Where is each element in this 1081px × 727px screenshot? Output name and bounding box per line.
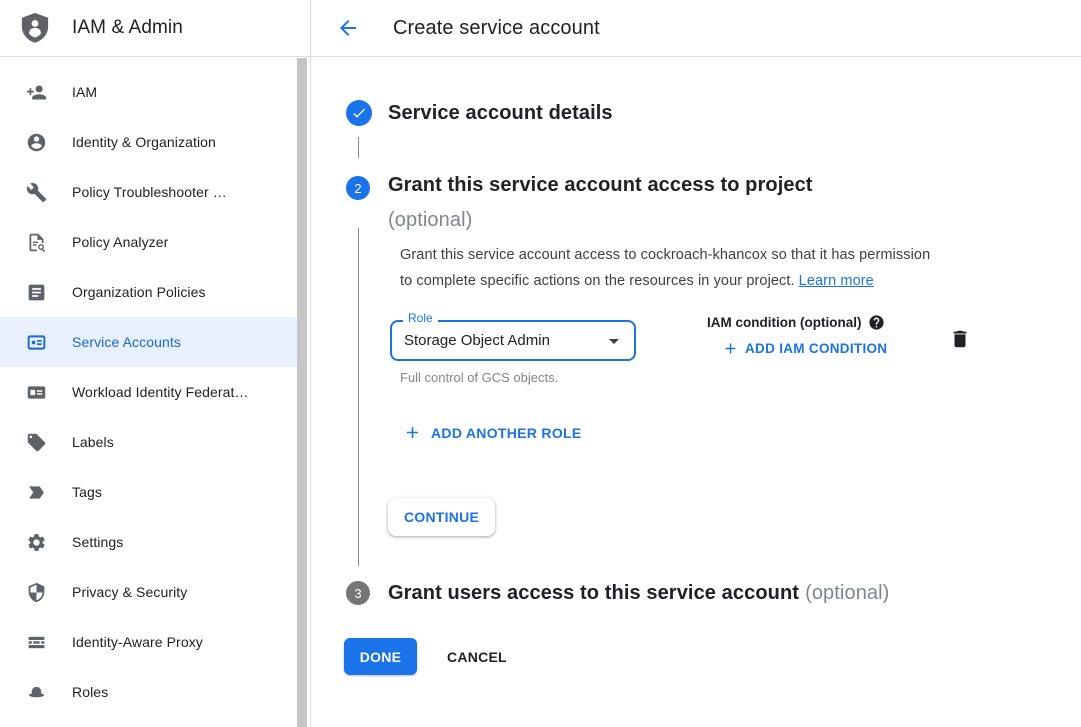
learn-more-link[interactable]: Learn more	[799, 273, 874, 289]
page-header: Create service account	[311, 0, 1081, 57]
sidebar-item-policy-analyzer[interactable]: Policy Analyzer	[0, 217, 297, 267]
sidebar-item-service-accounts[interactable]: Service Accounts	[0, 317, 297, 367]
step2-optional-label: (optional)	[388, 203, 813, 238]
sidebar-item-iam[interactable]: IAM	[0, 67, 297, 117]
add-another-role-button[interactable]: ADD ANOTHER ROLE	[403, 423, 582, 442]
sidebar-item-roles[interactable]: Roles	[0, 667, 297, 717]
role-field-label: Role	[403, 311, 438, 325]
step2-number: 2	[354, 181, 361, 196]
service-account-icon	[24, 330, 48, 354]
sidebar-header: IAM & Admin	[0, 0, 310, 57]
description-line2: to complete specific actions on the reso…	[400, 273, 795, 289]
label-arrow-icon	[24, 480, 48, 504]
sidebar-item-label: Service Accounts	[72, 334, 181, 350]
step3-optional-label: (optional)	[805, 582, 889, 604]
id-card-icon	[24, 380, 48, 404]
add-iam-condition-button[interactable]: ADD IAM CONDITION	[722, 340, 887, 357]
sidebar-item-label: Policy Troubleshooter …	[72, 184, 227, 200]
description-line1: Grant this service account access to coc…	[400, 247, 930, 263]
role-selected-value: Storage Object Admin	[404, 332, 550, 349]
iam-condition-label: IAM condition (optional)	[707, 315, 861, 330]
iam-condition-label-row: IAM condition (optional)	[707, 314, 887, 331]
sidebar-item-privacy-security[interactable]: Privacy & Security	[0, 567, 297, 617]
sidebar-item-label: Policy Analyzer	[72, 234, 168, 250]
step3-number: 3	[354, 586, 361, 601]
sidebar-item-label: IAM	[72, 84, 97, 100]
sidebar-item-label: Labels	[72, 434, 114, 450]
stepper-connector	[358, 228, 359, 566]
sidebar-item-label: Identity-Aware Proxy	[72, 634, 203, 650]
gcp-console-screen: IAM & Admin IAM Identity & Organization	[0, 0, 1081, 727]
sidebar-item-tags[interactable]: Tags	[0, 467, 297, 517]
add-another-role-label: ADD ANOTHER ROLE	[431, 425, 582, 441]
cancel-button[interactable]: CANCEL	[431, 638, 523, 675]
sidebar-item-settings[interactable]: Settings	[0, 517, 297, 567]
stepper-connector	[358, 137, 359, 158]
plus-icon	[722, 340, 739, 357]
gear-icon	[24, 530, 48, 554]
done-button[interactable]: DONE	[344, 638, 417, 675]
sidebar-item-label: Settings	[72, 534, 123, 550]
sidebar-item-workload-identity-federation[interactable]: Workload Identity Federat…	[0, 367, 297, 417]
sidebar-item-label: Privacy & Security	[72, 584, 187, 600]
delete-role-button[interactable]	[948, 328, 972, 352]
step3-number-badge: 3	[346, 581, 370, 605]
iap-icon	[24, 630, 48, 654]
sidebar-item-label: Workload Identity Federat…	[72, 384, 249, 400]
plus-icon	[403, 423, 422, 442]
back-arrow-icon[interactable]	[336, 16, 360, 40]
article-icon	[24, 280, 48, 304]
wrench-icon	[24, 180, 48, 204]
policy-analyzer-icon	[24, 230, 48, 254]
step3-title-text: Grant users access to this service accou…	[388, 582, 799, 604]
account-circle-icon	[24, 130, 48, 154]
sidebar-scrollbar-thumb[interactable]	[297, 58, 307, 727]
add-iam-condition-label: ADD IAM CONDITION	[745, 341, 887, 356]
role-select[interactable]: Storage Object Admin	[390, 320, 636, 361]
step2-description: Grant this service account access to coc…	[400, 243, 930, 294]
iam-condition-block: IAM condition (optional) ADD IAM CONDITI…	[707, 314, 887, 357]
sidebar-item-organization-policies[interactable]: Organization Policies	[0, 267, 297, 317]
hat-icon	[24, 680, 48, 704]
role-helper-text: Full control of GCS objects.	[400, 370, 558, 385]
sidebar-item-label: Tags	[72, 484, 102, 500]
tag-icon	[24, 430, 48, 454]
sidebar-item-policy-troubleshooter[interactable]: Policy Troubleshooter …	[0, 167, 297, 217]
main-panel: Create service account Service account d…	[311, 0, 1081, 727]
step2-title-text: Grant this service account access to pro…	[388, 174, 813, 196]
sidebar-item-identity-aware-proxy[interactable]: Identity-Aware Proxy	[0, 617, 297, 667]
help-icon[interactable]	[868, 314, 885, 331]
sidebar-title: IAM & Admin	[72, 17, 183, 39]
sidebar-item-label: Roles	[72, 684, 108, 700]
step1-title[interactable]: Service account details	[388, 102, 613, 125]
iam-shield-logo-icon	[20, 11, 50, 45]
shield-half-icon	[24, 580, 48, 604]
continue-button[interactable]: CONTINUE	[388, 498, 495, 536]
step1-completed-check-icon	[346, 100, 372, 126]
sidebar: IAM & Admin IAM Identity & Organization	[0, 0, 310, 727]
step2-number-badge: 2	[346, 176, 370, 200]
step2-title[interactable]: Grant this service account access to pro…	[388, 168, 813, 238]
chevron-down-icon	[602, 329, 626, 353]
sidebar-item-label: Identity & Organization	[72, 134, 216, 150]
page-title: Create service account	[393, 17, 600, 40]
person-add-icon	[24, 80, 48, 104]
step3-title[interactable]: Grant users access to this service accou…	[388, 582, 889, 605]
sidebar-item-label: Organization Policies	[72, 284, 206, 300]
sidebar-item-labels[interactable]: Labels	[0, 417, 297, 467]
sidebar-nav: IAM Identity & Organization Policy Troub…	[0, 58, 297, 717]
sidebar-item-identity-organization[interactable]: Identity & Organization	[0, 117, 297, 167]
